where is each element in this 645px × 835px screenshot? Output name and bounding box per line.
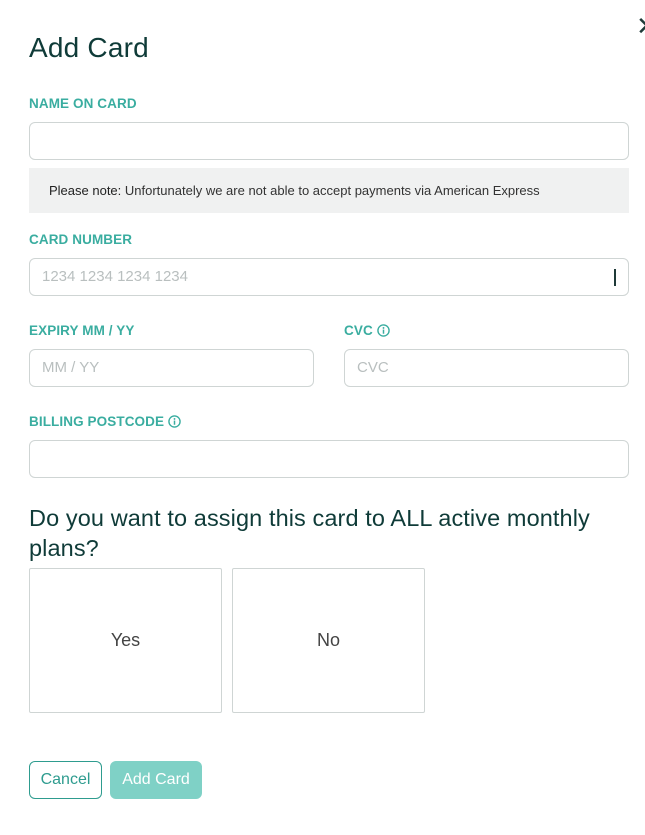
cvc-label-text: CVC (344, 323, 373, 338)
cvc-placeholder: CVC (357, 359, 389, 376)
amex-note: Please note: Unfortunately we are not ab… (29, 168, 629, 213)
add-card-dialog: ✕ Add Card NAME ON CARD Please note: Unf… (0, 0, 645, 835)
name-on-card-input[interactable] (29, 122, 629, 160)
expiry-label: EXPIRY MM / YY (29, 323, 134, 338)
cvc-label: CVC (344, 323, 390, 338)
billing-postcode-label-text: BILLING POSTCODE (29, 414, 165, 429)
option-yes[interactable]: Yes (29, 568, 222, 713)
name-on-card-label: NAME ON CARD (29, 96, 137, 111)
note-text: Unfortunately we are not able to accept … (121, 183, 540, 198)
close-icon[interactable]: ✕ (636, 12, 645, 42)
cvc-input[interactable]: CVC (344, 349, 629, 387)
dialog-title: Add Card (29, 32, 149, 63)
card-number-input[interactable]: 1234 1234 1234 1234 (29, 258, 629, 296)
name-on-card-label-text: NAME ON CARD (29, 96, 137, 111)
note-prefix: Please note: (49, 183, 122, 198)
expiry-label-text: EXPIRY MM / YY (29, 323, 135, 338)
card-number-placeholder: 1234 1234 1234 1234 (42, 268, 188, 285)
billing-postcode-label: BILLING POSTCODE (29, 414, 181, 429)
card-number-label-text: CARD NUMBER (29, 232, 133, 247)
expiry-placeholder: MM / YY (42, 359, 100, 376)
info-icon[interactable] (168, 415, 181, 428)
assign-question: Do you want to assign this card to ALL a… (29, 505, 590, 561)
billing-postcode-input[interactable] (29, 440, 629, 478)
card-number-label: CARD NUMBER (29, 232, 132, 247)
text-cursor (614, 269, 616, 286)
info-icon[interactable] (377, 324, 390, 337)
cancel-button[interactable]: Cancel (29, 761, 102, 799)
expiry-input[interactable]: MM / YY (29, 349, 314, 387)
option-no[interactable]: No (232, 568, 425, 713)
add-card-button[interactable]: Add Card (110, 761, 202, 799)
